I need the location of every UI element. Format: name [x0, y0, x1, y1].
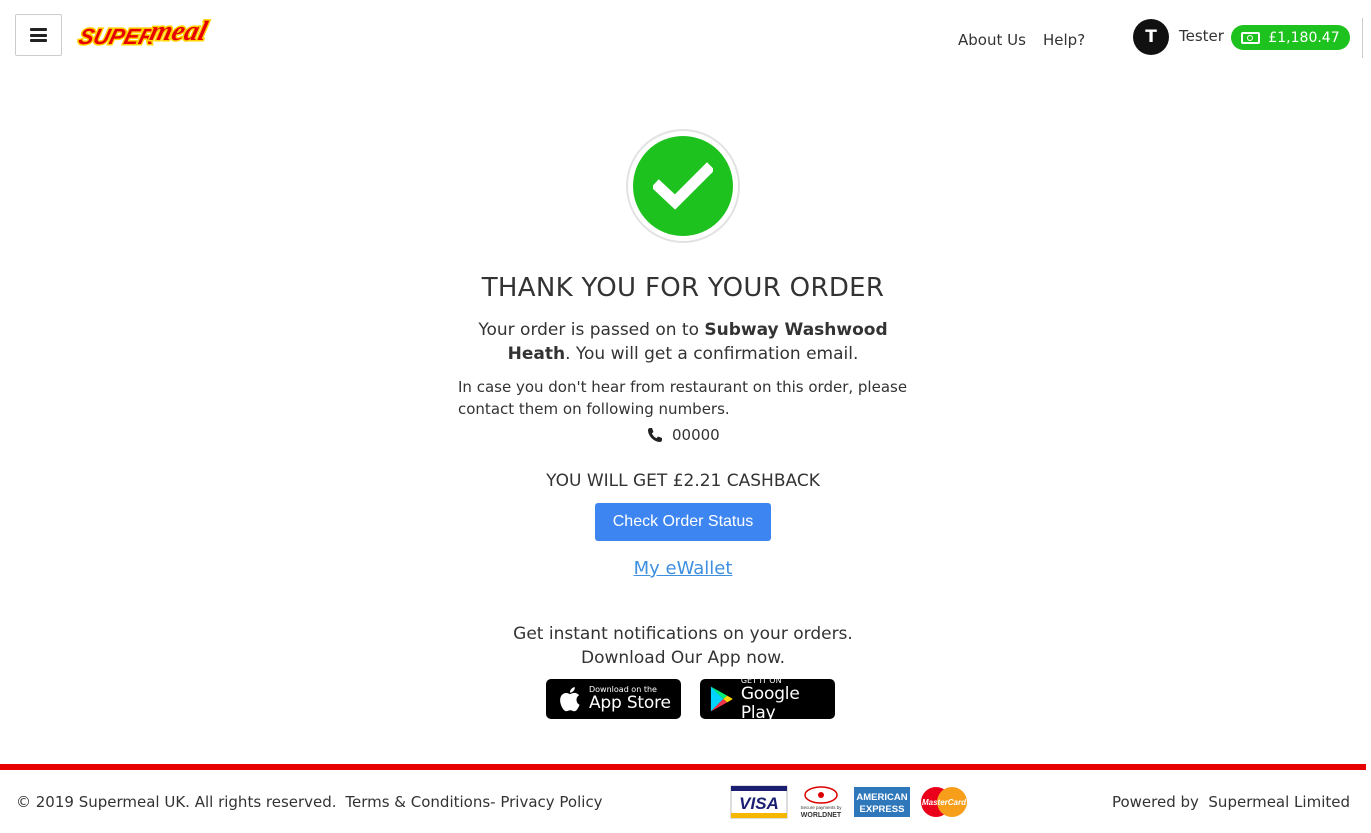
wallet-balance-badge[interactable]: £1,180.47: [1231, 25, 1350, 50]
header-divider: [1362, 18, 1363, 58]
app-promo-line-2: Download Our App now.: [581, 648, 785, 668]
app-store-badge[interactable]: Download on the App Store: [546, 679, 681, 719]
mastercard-logo: MasterCard: [921, 787, 967, 817]
svg-text:AMERICAN: AMERICAN: [856, 792, 907, 803]
cashback-text: YOU WILL GET £2.21 CASHBACK: [546, 471, 820, 491]
check-icon: [633, 136, 733, 236]
contact-note: In case you don't hear from restaurant o…: [458, 378, 908, 418]
google-play-big-text: Google Play: [740, 683, 800, 723]
app-promo-text: Get instant notifications on your orders…: [0, 622, 1366, 670]
phone-number: 00000: [672, 426, 720, 444]
apple-icon: [560, 687, 580, 712]
success-badge: [626, 129, 740, 243]
order-confirmation-title: THANK YOU FOR YOUR ORDER: [481, 273, 885, 303]
app-store-big-text: App Store: [589, 693, 671, 713]
svg-text:WORLDNET: WORLDNET: [801, 812, 842, 819]
google-play-badge[interactable]: GET IT ON Google Play: [700, 676, 835, 722]
footer-copyright: © 2019 Supermeal UK. All rights reserved…: [16, 793, 603, 811]
footer-divider: [0, 764, 1366, 770]
copyright-text: © 2019 Supermeal UK. All rights reserved…: [16, 793, 337, 811]
google-play-icon: [710, 686, 733, 712]
powered-by-text: Powered by Supermeal Limited: [1111, 793, 1350, 811]
app-promo-line-1: Get instant notifications on your orders…: [513, 624, 853, 644]
svg-text:Secure payments by: Secure payments by: [800, 805, 842, 810]
check-order-status-button[interactable]: Check Order Status: [595, 503, 771, 541]
visa-card-logo: VISA: [730, 785, 788, 819]
svg-text:EXPRESS: EXPRESS: [860, 804, 905, 815]
my-ewallet-link[interactable]: My eWallet: [634, 558, 733, 579]
hamburger-menu-button[interactable]: [15, 14, 62, 56]
supermeal-logo[interactable]: SUPER meal: [76, 10, 226, 52]
hamburger-icon: [30, 28, 47, 42]
terms-privacy-links[interactable]: Terms & Conditions- Privacy Policy: [345, 793, 602, 811]
order-message-prefix: Your order is passed on to: [478, 320, 705, 340]
svg-text:MasterCard: MasterCard: [922, 798, 967, 807]
svg-text:meal: meal: [147, 16, 211, 47]
payment-cards: VISA Secure payments by WORLDNET AMERICA…: [730, 784, 970, 820]
money-icon: [1241, 31, 1261, 44]
wallet-balance-amount: £1,180.47: [1268, 29, 1340, 46]
nav-help-link[interactable]: Help?: [1043, 31, 1085, 49]
user-avatar[interactable]: T: [1133, 19, 1169, 55]
order-message: Your order is passed on to Subway Washwo…: [466, 318, 900, 366]
phone-icon: [648, 428, 662, 442]
amex-card-logo: AMERICAN EXPRESS: [854, 787, 910, 817]
svg-text:VISA: VISA: [739, 794, 779, 813]
order-message-suffix: . You will get a confirmation email.: [565, 344, 859, 364]
svg-text:SUPER: SUPER: [76, 24, 158, 49]
user-name[interactable]: Tester: [1179, 27, 1224, 45]
worldnet-logo: Secure payments by WORLDNET: [800, 786, 842, 819]
restaurant-phone: 00000: [647, 426, 720, 444]
nav-about-us-link[interactable]: About Us: [958, 31, 1026, 49]
